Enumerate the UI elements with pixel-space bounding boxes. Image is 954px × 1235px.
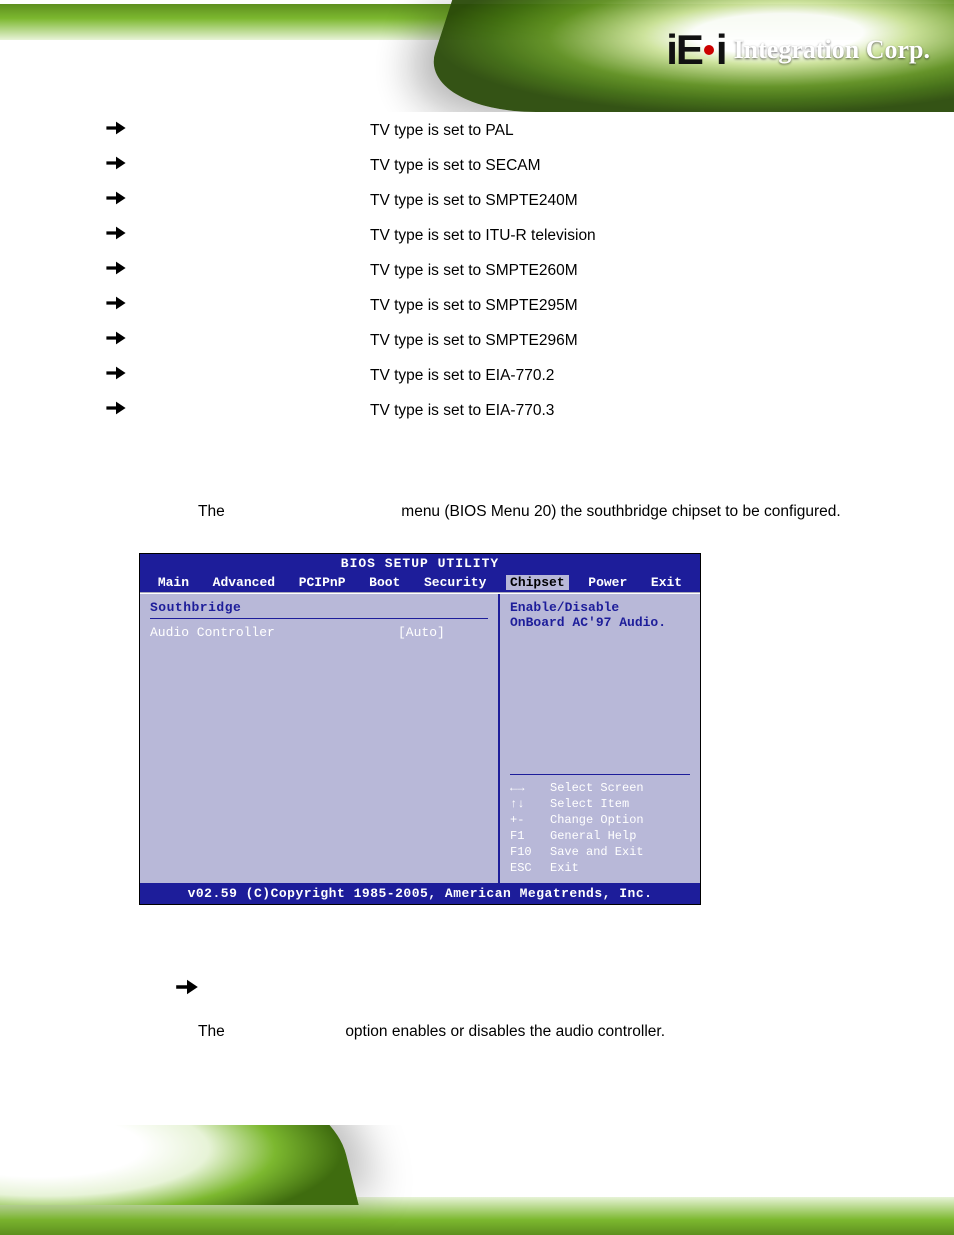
bios-setting-row[interactable]: Audio Controller [Auto] xyxy=(150,625,488,640)
bios-tab[interactable]: Exit xyxy=(647,575,686,590)
bios-key-desc: Exit xyxy=(550,861,579,875)
bios-left-pane: Southbridge Audio Controller [Auto] xyxy=(140,594,500,883)
page-body: TV type is set to PAL TV type is set to S… xyxy=(0,120,954,1115)
bios-help-text: Enable/Disable OnBoard AC'97 Audio. xyxy=(510,600,690,630)
bios-tab-bar: Main Advanced PCIPnP Boot Security Chipset Pow… xyxy=(140,573,700,593)
bios-key-desc: General Help xyxy=(550,829,636,843)
bios-key-shortcut: ↑↓ xyxy=(510,797,550,811)
arrow-right-icon xyxy=(100,400,210,421)
bios-key-desc: Save and Exit xyxy=(550,845,644,859)
bios-help-line: Enable/Disable xyxy=(510,600,690,615)
para1-post: menu (BIOS Menu 20) the southbridge chip… xyxy=(401,503,840,520)
bios-key-shortcut: ESC xyxy=(510,861,550,875)
bios-key-shortcut: F1 xyxy=(510,829,550,843)
list-item-label: TV type is set to SMPTE295M xyxy=(370,297,894,315)
bios-setting-label: Audio Controller xyxy=(150,625,398,640)
bios-setting-value: [Auto] xyxy=(398,625,488,640)
audio-controller-bullet xyxy=(176,978,894,1001)
list-item: TV type is set to ITU-R television xyxy=(100,225,894,246)
bios-tab[interactable]: PCIPnP xyxy=(295,575,350,590)
logo-dot-icon xyxy=(704,45,714,55)
bios-key-shortcut: +- xyxy=(510,813,550,827)
header-decor: iE i Integration Corp. xyxy=(0,0,954,112)
southbridge-intro-paragraph: The menu (BIOS Menu 20) the southbridge … xyxy=(198,497,894,526)
arrow-right-icon xyxy=(176,978,198,1001)
bios-key-row: ESCExit xyxy=(510,861,690,875)
bios-group-title: Southbridge xyxy=(150,600,488,615)
para2-pre: The xyxy=(198,1023,225,1040)
logo-company-text: Integration Corp. xyxy=(734,35,930,65)
list-item: TV type is set to SMPTE296M xyxy=(100,330,894,351)
list-item: TV type is set to SMPTE295M xyxy=(100,295,894,316)
list-item-label: TV type is set to EIA-770.2 xyxy=(370,367,894,385)
footer-decor xyxy=(0,1125,954,1235)
arrow-right-icon xyxy=(100,120,210,141)
list-item: TV type is set to EIA-770.2 xyxy=(100,365,894,386)
brand-logo: iE i Integration Corp. xyxy=(666,26,930,74)
list-item: TV type is set to PAL xyxy=(100,120,894,141)
bios-key-desc: Select Screen xyxy=(550,781,644,795)
bios-key-row: ↑↓Select Item xyxy=(510,797,690,811)
bios-key-row: ←→Select Screen xyxy=(510,781,690,795)
bios-tab[interactable]: Boot xyxy=(365,575,404,590)
list-item-label: TV type is set to SECAM xyxy=(370,157,894,175)
bios-help-line: OnBoard AC'97 Audio. xyxy=(510,615,690,630)
arrow-right-icon xyxy=(100,260,210,281)
list-item-label: TV type is set to PAL xyxy=(370,122,894,140)
logo-mark: iE i xyxy=(666,26,725,74)
list-item-label: TV type is set to SMPTE240M xyxy=(370,192,894,210)
para1-pre: The xyxy=(198,503,225,520)
arrow-right-icon xyxy=(100,155,210,176)
bios-tab[interactable]: Chipset xyxy=(506,575,569,590)
list-item-label: TV type is set to SMPTE296M xyxy=(370,332,894,350)
tv-type-list: TV type is set to PAL TV type is set to S… xyxy=(100,120,894,421)
bios-key-row: F1General Help xyxy=(510,829,690,843)
bios-tab[interactable]: Main xyxy=(154,575,193,590)
list-item: TV type is set to SMPTE240M xyxy=(100,190,894,211)
list-item: TV type is set to SECAM xyxy=(100,155,894,176)
bios-key-shortcut: ←→ xyxy=(510,781,550,795)
bios-key-shortcut: F10 xyxy=(510,845,550,859)
arrow-right-icon xyxy=(100,190,210,211)
arrow-right-icon xyxy=(100,295,210,316)
logo-text-prefix: iE xyxy=(666,26,702,74)
bios-tab[interactable]: Advanced xyxy=(209,575,279,590)
bios-title: BIOS SETUP UTILITY xyxy=(140,554,700,573)
bios-key-legend: ←→Select Screen↑↓Select Item+-Change Opt… xyxy=(510,772,690,877)
list-item-label: TV type is set to EIA-770.3 xyxy=(370,402,894,420)
list-item: TV type is set to EIA-770.3 xyxy=(100,400,894,421)
arrow-right-icon xyxy=(100,225,210,246)
arrow-right-icon xyxy=(100,330,210,351)
bios-key-row: +-Change Option xyxy=(510,813,690,827)
bios-right-pane: Enable/Disable OnBoard AC'97 Audio. ←→Se… xyxy=(500,594,700,883)
logo-text-suffix: i xyxy=(716,26,726,74)
bios-key-desc: Select Item xyxy=(550,797,629,811)
list-item: TV type is set to SMPTE260M xyxy=(100,260,894,281)
bios-key-desc: Change Option xyxy=(550,813,644,827)
list-item-label: TV type is set to ITU-R television xyxy=(370,227,894,245)
audio-controller-paragraph: The option enables or disables the audio… xyxy=(198,1023,894,1041)
bios-footer: v02.59 (C)Copyright 1985-2005, American … xyxy=(140,883,700,904)
arrow-right-icon xyxy=(100,365,210,386)
bios-tab[interactable]: Security xyxy=(420,575,490,590)
para2-post: option enables or disables the audio con… xyxy=(345,1023,665,1040)
bios-tab[interactable]: Power xyxy=(584,575,631,590)
list-item-label: TV type is set to SMPTE260M xyxy=(370,262,894,280)
bios-key-row: F10Save and Exit xyxy=(510,845,690,859)
bios-screenshot: BIOS SETUP UTILITY Main Advanced PCIPnP Boo… xyxy=(140,554,700,904)
